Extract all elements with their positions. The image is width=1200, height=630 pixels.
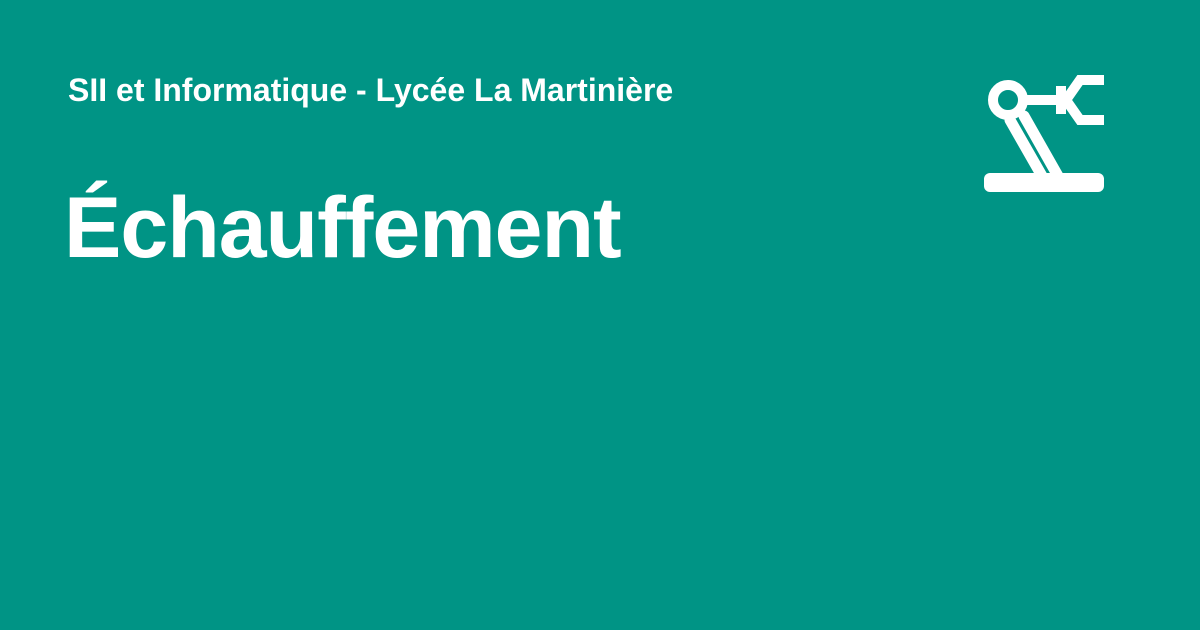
social-card: SII et Informatique - Lycée La Martinièr… [0, 0, 1200, 630]
robot-arm-icon [980, 62, 1110, 196]
site-name: SII et Informatique - Lycée La Martinièr… [68, 72, 674, 108]
page-title: Échauffement [64, 180, 622, 276]
